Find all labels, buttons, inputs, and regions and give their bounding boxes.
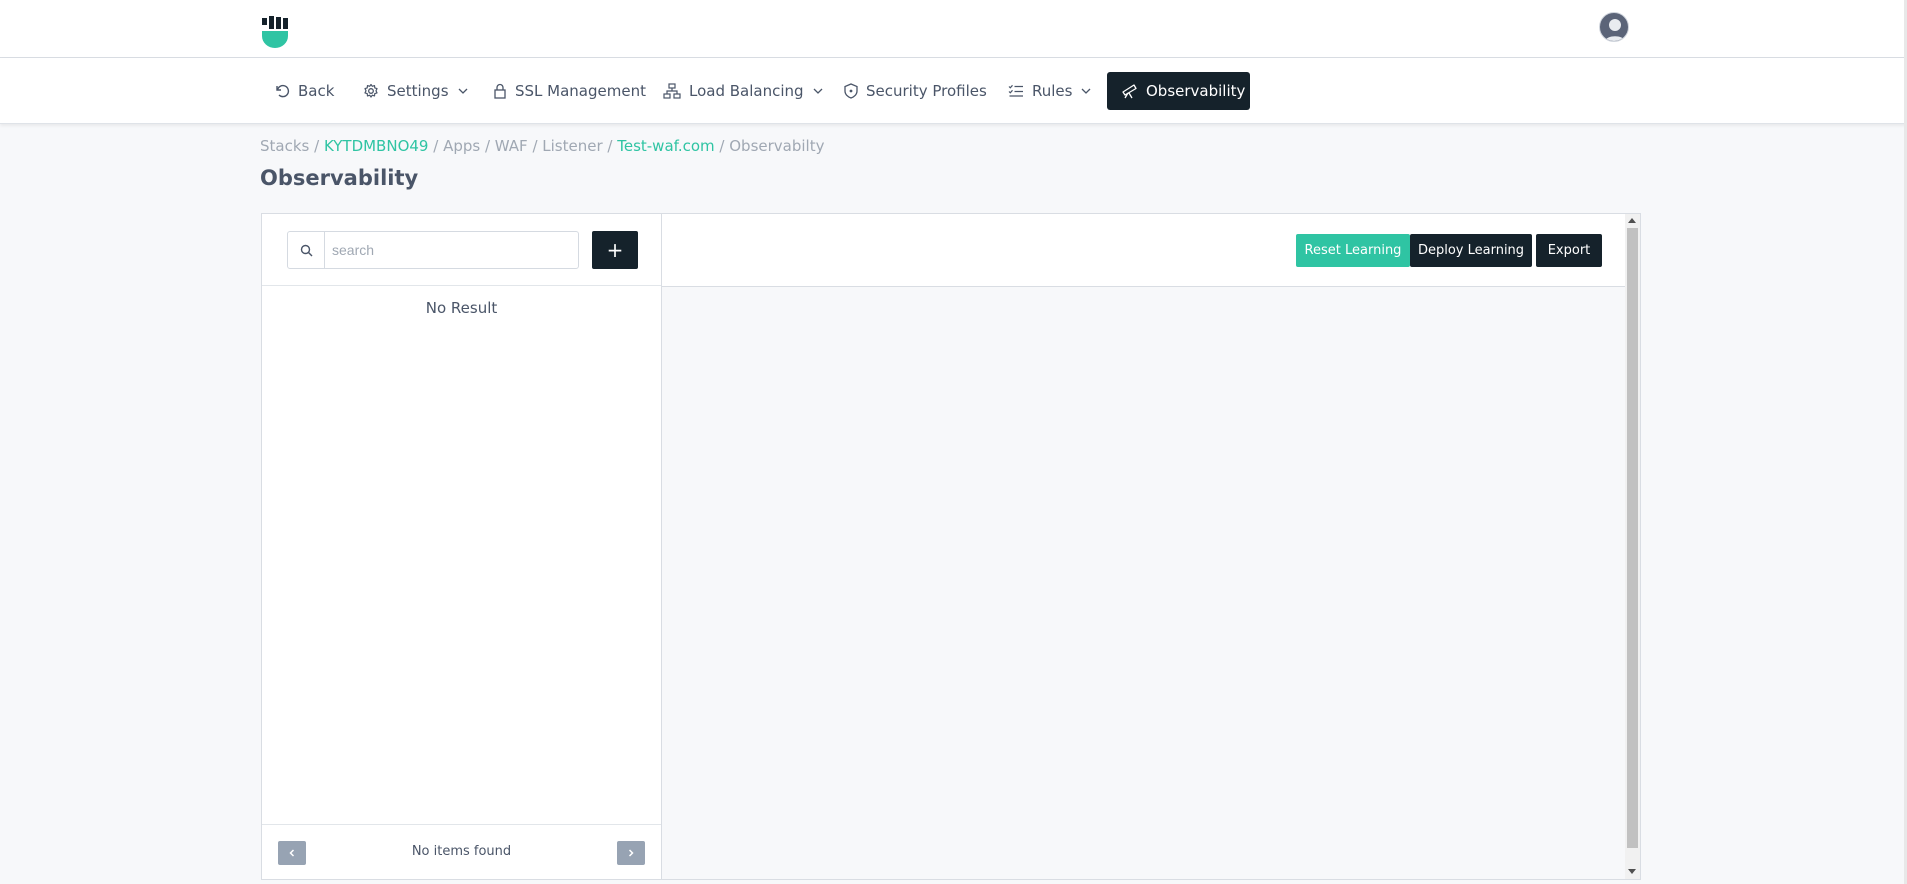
user-avatar[interactable] <box>1599 12 1629 42</box>
search-box <box>287 231 579 269</box>
page-title: Observability <box>260 166 419 190</box>
breadcrumb-current: Observabilty <box>729 137 825 155</box>
nav-ssl-label: SSL Management <box>515 82 646 100</box>
chevron-right-icon <box>628 849 634 857</box>
shield-icon <box>844 83 858 99</box>
chevron-down-icon <box>1082 88 1091 94</box>
breadcrumb-listener[interactable]: Listener <box>542 137 602 155</box>
chevron-down-icon <box>813 88 823 94</box>
nav-observability-label: Observability <box>1146 82 1246 100</box>
search-icon-box <box>288 232 325 268</box>
panel-scrollbar[interactable] <box>1625 214 1640 879</box>
nav-load-balancing-label: Load Balancing <box>689 82 804 100</box>
chevron-down-icon <box>458 88 467 94</box>
nav-settings[interactable]: Settings <box>353 72 479 110</box>
lock-icon <box>494 83 506 99</box>
nav-security-profiles-label: Security Profiles <box>866 82 987 100</box>
breadcrumb-stack-id[interactable]: KYTDMBNO49 <box>324 137 429 155</box>
nav-rules[interactable]: Rules <box>998 72 1102 110</box>
nav-rules-label: Rules <box>1032 82 1073 100</box>
scroll-down-icon[interactable] <box>1628 869 1636 874</box>
scroll-up-icon[interactable] <box>1628 218 1636 223</box>
next-page-button[interactable] <box>617 841 645 865</box>
divider <box>262 285 661 286</box>
search-icon <box>300 244 312 256</box>
nav-security-profiles[interactable]: Security Profiles <box>834 72 997 110</box>
nav-observability[interactable]: Observability <box>1107 72 1250 110</box>
top-header <box>0 0 1907 58</box>
pagination: No items found <box>262 824 661 879</box>
nav-load-balancing[interactable]: Load Balancing <box>653 72 834 110</box>
detail-pane: Reset Learning Deploy Learning Export <box>662 214 1625 879</box>
breadcrumb-stacks[interactable]: Stacks <box>260 137 309 155</box>
breadcrumb-domain[interactable]: Test-waf.com <box>617 137 714 155</box>
search-input[interactable] <box>325 232 578 268</box>
detail-toolbar: Reset Learning Deploy Learning Export <box>662 214 1625 287</box>
observability-panel: + No Result No items found Reset Learnin… <box>261 213 1641 880</box>
gear-icon <box>364 83 378 98</box>
breadcrumb-apps[interactable]: Apps <box>443 137 480 155</box>
app-logo-icon[interactable] <box>260 16 290 48</box>
checklist-icon <box>1008 84 1023 97</box>
network-icon <box>663 83 681 99</box>
nav-back[interactable]: Back <box>264 72 344 110</box>
no-result-text: No Result <box>425 299 498 317</box>
breadcrumb: Stacks / KYTDMBNO49 / Apps / WAF / Liste… <box>260 137 825 155</box>
deploy-learning-button[interactable]: Deploy Learning <box>1410 234 1532 267</box>
undo-icon <box>276 84 290 98</box>
breadcrumb-waf[interactable]: WAF <box>495 137 528 155</box>
item-list-pane: + No Result No items found <box>262 214 662 879</box>
reset-learning-button[interactable]: Reset Learning <box>1296 234 1410 267</box>
export-button[interactable]: Export <box>1536 234 1602 267</box>
scroll-thumb[interactable] <box>1627 228 1638 848</box>
nav-settings-label: Settings <box>387 82 449 100</box>
no-items-text: No items found <box>411 844 512 859</box>
telescope-icon <box>1122 84 1137 99</box>
add-button[interactable]: + <box>592 231 638 269</box>
user-icon <box>1604 19 1626 41</box>
nav-ssl-management[interactable]: SSL Management <box>483 72 656 110</box>
main-nav: Back Settings SSL Management Load Balanc… <box>0 58 1907 124</box>
nav-back-label: Back <box>298 82 335 100</box>
